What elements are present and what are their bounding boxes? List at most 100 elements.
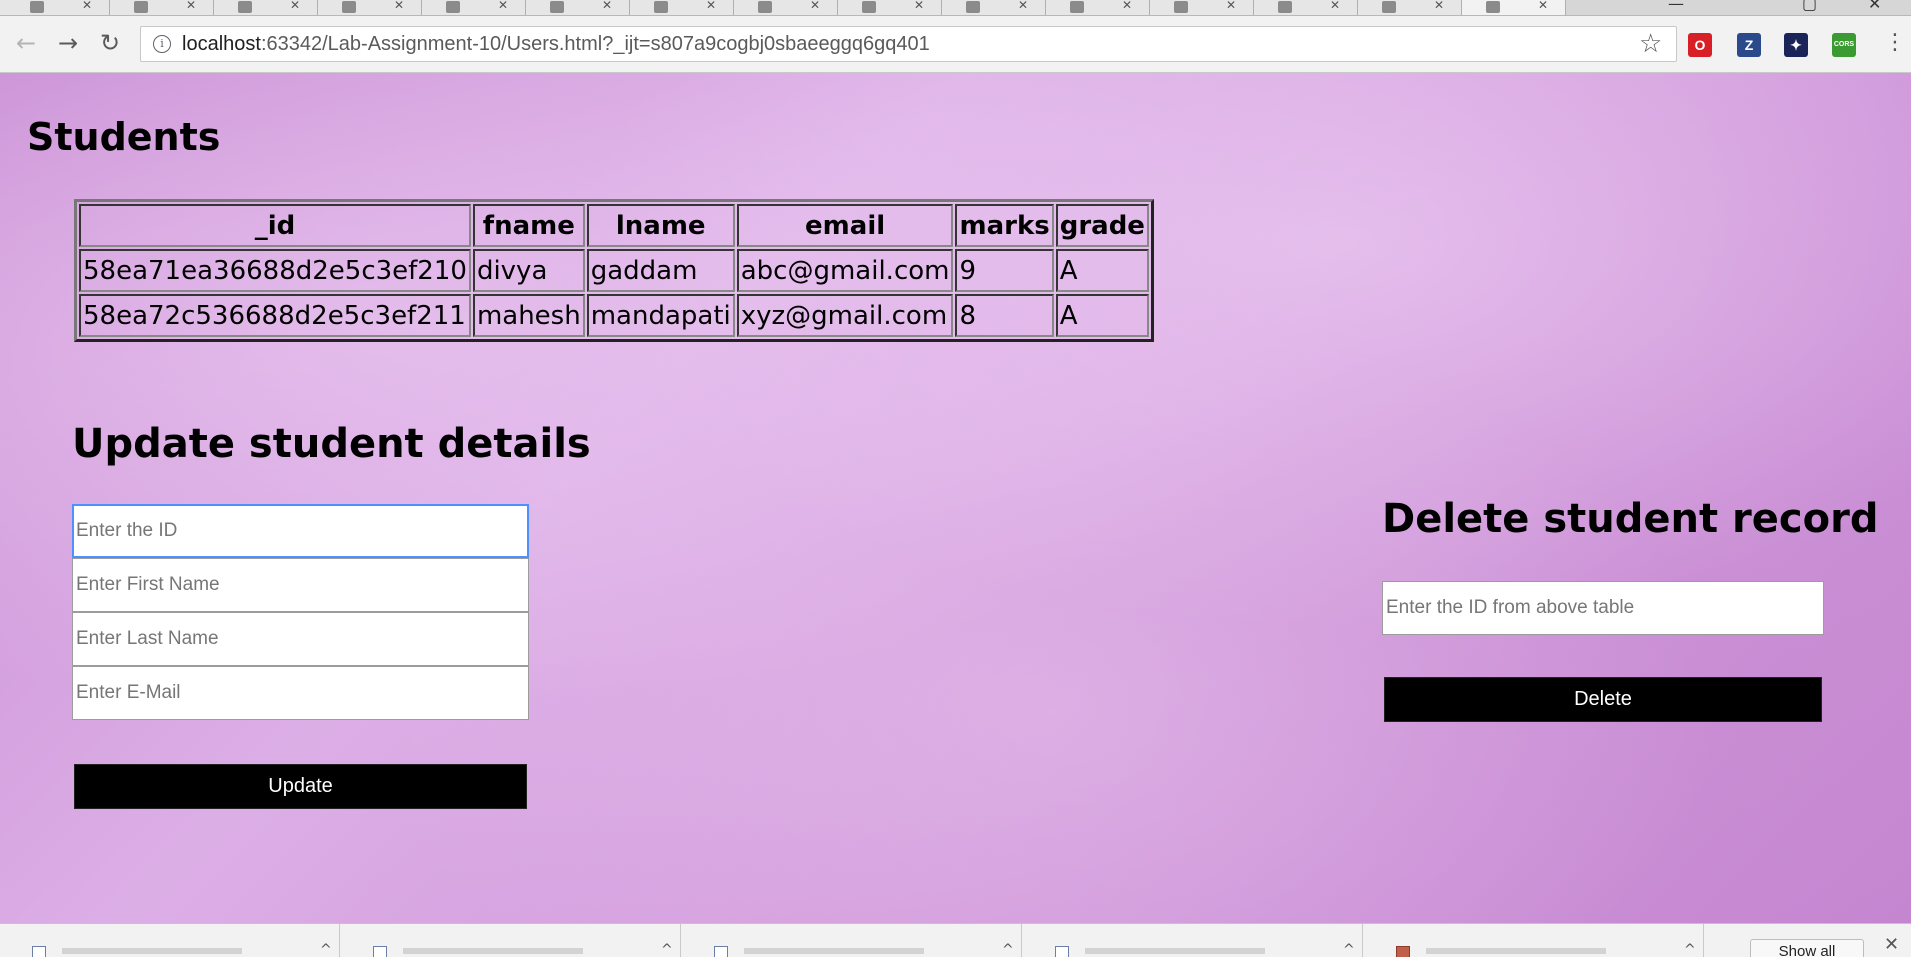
download-bar: ^ ^ ^ ^ ^ Show all ✕ — [0, 923, 1911, 957]
update-heading: Update student details — [72, 421, 591, 467]
delete-id-input[interactable] — [1382, 581, 1824, 635]
tab-close-icon[interactable]: ✕ — [1330, 0, 1340, 12]
file-icon — [1055, 946, 1069, 957]
address-bar[interactable]: i localhost:63342/Lab-Assignment-10/User… — [140, 26, 1677, 62]
browser-tab[interactable]: ✕ — [832, 0, 942, 15]
browser-tab[interactable]: ✕ — [728, 0, 838, 15]
chevron-up-icon[interactable]: ^ — [1343, 942, 1355, 957]
download-name — [1426, 948, 1606, 954]
tab-close-icon[interactable]: ✕ — [914, 0, 924, 12]
browser-menu-icon[interactable]: ⋮ — [1884, 30, 1906, 55]
tab-close-icon[interactable]: ✕ — [602, 0, 612, 12]
space-extension-icon[interactable]: ✦ — [1784, 33, 1808, 57]
browser-toolbar: ← → ↻ i localhost:63342/Lab-Assignment-1… — [0, 16, 1911, 73]
maximize-icon[interactable]: ▢ — [1802, 0, 1817, 13]
download-item[interactable]: ^ — [1023, 924, 1363, 957]
browser-tab[interactable]: ✕ — [1144, 0, 1254, 15]
zotero-extension-icon[interactable]: Z — [1737, 33, 1761, 57]
reload-icon[interactable]: ↻ — [96, 29, 124, 57]
update-fname-input[interactable] — [72, 558, 529, 612]
download-name — [744, 948, 924, 954]
opera-extension-icon[interactable]: O — [1688, 33, 1712, 57]
browser-tab[interactable]: ✕ — [1248, 0, 1358, 15]
column-header-marks: marks — [955, 204, 1054, 247]
close-download-bar-icon[interactable]: ✕ — [1884, 934, 1899, 955]
browser-tab[interactable]: ✕ — [624, 0, 734, 15]
column-header-grade: grade — [1055, 204, 1149, 247]
url-text[interactable]: localhost:63342/Lab-Assignment-10/Users.… — [182, 33, 930, 56]
browser-tab[interactable]: ✕ — [0, 0, 110, 15]
chevron-up-icon[interactable]: ^ — [1684, 942, 1696, 957]
file-icon — [1396, 946, 1410, 957]
info-icon[interactable]: i — [153, 35, 171, 53]
tab-strip: ✕ ✕ ✕ ✕ ✕ ✕ ✕ ✕ ✕ ✕ ✕ ✕ ✕ ✕ ✕ — ▢ ✕ — [0, 0, 1911, 16]
browser-tab[interactable]: ✕ — [1040, 0, 1150, 15]
chevron-up-icon[interactable]: ^ — [661, 942, 673, 957]
tab-close-icon[interactable]: ✕ — [1018, 0, 1028, 12]
tab-favicon-icon — [862, 1, 876, 13]
cell-grade: A — [1055, 294, 1149, 337]
download-name — [62, 948, 242, 954]
cell-lname: gaddam — [586, 249, 735, 292]
table-row: 58ea71ea36688d2e5c3ef210 divya gaddam ab… — [79, 249, 1149, 292]
tab-favicon-icon — [758, 1, 772, 13]
table-row: 58ea72c536688d2e5c3ef211 mahesh mandapat… — [79, 294, 1149, 337]
tab-favicon-icon — [1278, 1, 1292, 13]
show-all-button[interactable]: Show all — [1750, 939, 1864, 957]
update-button[interactable]: Update — [74, 764, 527, 809]
tab-close-icon[interactable]: ✕ — [394, 0, 404, 12]
update-lname-input[interactable] — [72, 612, 529, 666]
column-header-fname: fname — [472, 204, 585, 247]
browser-tab[interactable]: ✕ — [312, 0, 422, 15]
url-path: :63342/Lab-Assignment-10/Users.html?_ijt… — [260, 33, 930, 55]
tab-close-icon[interactable]: ✕ — [1122, 0, 1132, 12]
tab-close-icon[interactable]: ✕ — [186, 0, 196, 12]
cors-extension-icon[interactable]: CORS — [1832, 33, 1856, 57]
browser-tab[interactable]: ✕ — [104, 0, 214, 15]
download-item[interactable]: ^ — [1364, 924, 1704, 957]
file-icon — [373, 946, 387, 957]
tab-favicon-icon — [446, 1, 460, 13]
chevron-up-icon[interactable]: ^ — [1002, 942, 1014, 957]
tab-close-icon[interactable]: ✕ — [498, 0, 508, 12]
close-window-icon[interactable]: ✕ — [1868, 0, 1881, 13]
page-content: Students _id fname lname email marks gra… — [0, 73, 1911, 923]
tab-close-icon[interactable]: ✕ — [706, 0, 716, 12]
cell-marks: 9 — [955, 249, 1054, 292]
tab-close-icon[interactable]: ✕ — [290, 0, 300, 12]
chevron-up-icon[interactable]: ^ — [320, 942, 332, 957]
browser-tab[interactable]: ✕ — [936, 0, 1046, 15]
forward-icon[interactable]: → — [54, 29, 82, 57]
cell-id: 58ea71ea36688d2e5c3ef210 — [79, 249, 471, 292]
tab-favicon-icon — [1070, 1, 1084, 13]
back-icon[interactable]: ← — [12, 29, 40, 57]
column-header-id: _id — [79, 204, 471, 247]
cell-marks: 8 — [955, 294, 1054, 337]
bookmark-star-icon[interactable]: ☆ — [1639, 29, 1662, 59]
tab-close-icon[interactable]: ✕ — [82, 0, 92, 12]
browser-tab[interactable]: ✕ — [1456, 0, 1566, 15]
download-name — [1085, 948, 1265, 954]
download-item[interactable]: ^ — [341, 924, 681, 957]
delete-button[interactable]: Delete — [1384, 677, 1822, 722]
minimize-icon[interactable]: — — [1668, 0, 1684, 13]
table-header-row: _id fname lname email marks grade — [79, 204, 1149, 247]
tab-favicon-icon — [238, 1, 252, 13]
update-email-input[interactable] — [72, 666, 529, 720]
browser-tab[interactable]: ✕ — [416, 0, 526, 15]
tab-favicon-icon — [1382, 1, 1396, 13]
download-item[interactable]: ^ — [682, 924, 1022, 957]
browser-tab[interactable]: ✕ — [520, 0, 630, 15]
tab-favicon-icon — [134, 1, 148, 13]
cell-id: 58ea72c536688d2e5c3ef211 — [79, 294, 471, 337]
tab-close-icon[interactable]: ✕ — [1434, 0, 1444, 12]
tab-close-icon[interactable]: ✕ — [1226, 0, 1236, 12]
download-item[interactable]: ^ — [0, 924, 340, 957]
tab-close-icon[interactable]: ✕ — [1538, 0, 1548, 12]
browser-tab[interactable]: ✕ — [1352, 0, 1462, 15]
column-header-email: email — [736, 204, 954, 247]
students-heading: Students — [27, 115, 221, 159]
update-id-input[interactable] — [72, 504, 529, 558]
tab-close-icon[interactable]: ✕ — [810, 0, 820, 12]
browser-tab[interactable]: ✕ — [208, 0, 318, 15]
